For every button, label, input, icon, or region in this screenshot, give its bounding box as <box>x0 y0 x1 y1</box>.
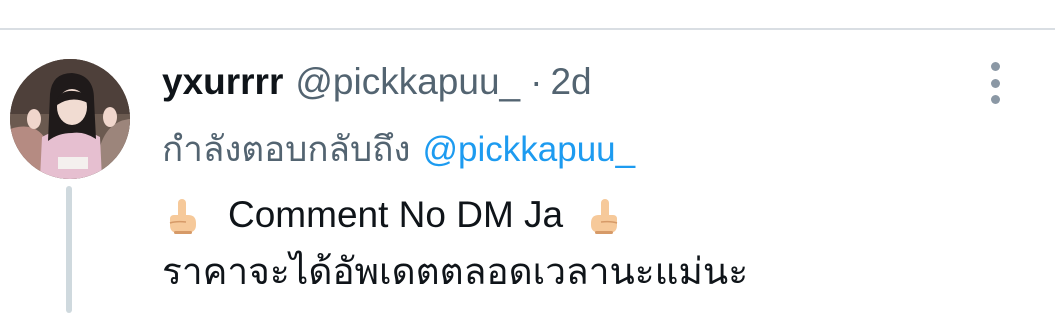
replying-to-label: กำลังตอบกลับถึง <box>162 130 411 169</box>
replying-to-line: กำลังตอบกลับถึง @pickkapuu_ <box>162 124 635 176</box>
separator-dot: · <box>530 61 543 102</box>
avatar[interactable] <box>10 59 130 179</box>
dot-icon <box>990 95 1000 104</box>
tweet-header: yxurrrr @pickkapuu_ · 2d <box>162 56 592 108</box>
tweet-text-line-2: ราคาจะได้อัพเดตตลอดเวลานะแม่นะ <box>162 244 748 300</box>
raised-back-of-hand-icon <box>591 199 618 234</box>
user-handle[interactable]: @pickkapuu_ <box>295 56 520 108</box>
raised-back-of-hand-icon <box>169 199 196 234</box>
reply-mention-link[interactable]: @pickkapuu_ <box>423 124 636 176</box>
tweet-text-line-1: Comment No DM Ja <box>162 189 625 241</box>
dot-icon <box>990 78 1000 88</box>
thread-line <box>66 186 72 313</box>
tweet-text-1: Comment No DM Ja <box>228 194 564 235</box>
display-name[interactable]: yxurrrr <box>162 56 283 108</box>
avatar-image <box>10 59 130 179</box>
more-options-icon[interactable] <box>984 62 1006 104</box>
timestamp[interactable]: 2d <box>550 56 591 108</box>
top-divider <box>0 28 1055 30</box>
dot-icon <box>990 62 1000 71</box>
tweet-text-2: ราคาจะได้อัพเดตตลอดเวลานะแม่นะ <box>162 251 749 292</box>
